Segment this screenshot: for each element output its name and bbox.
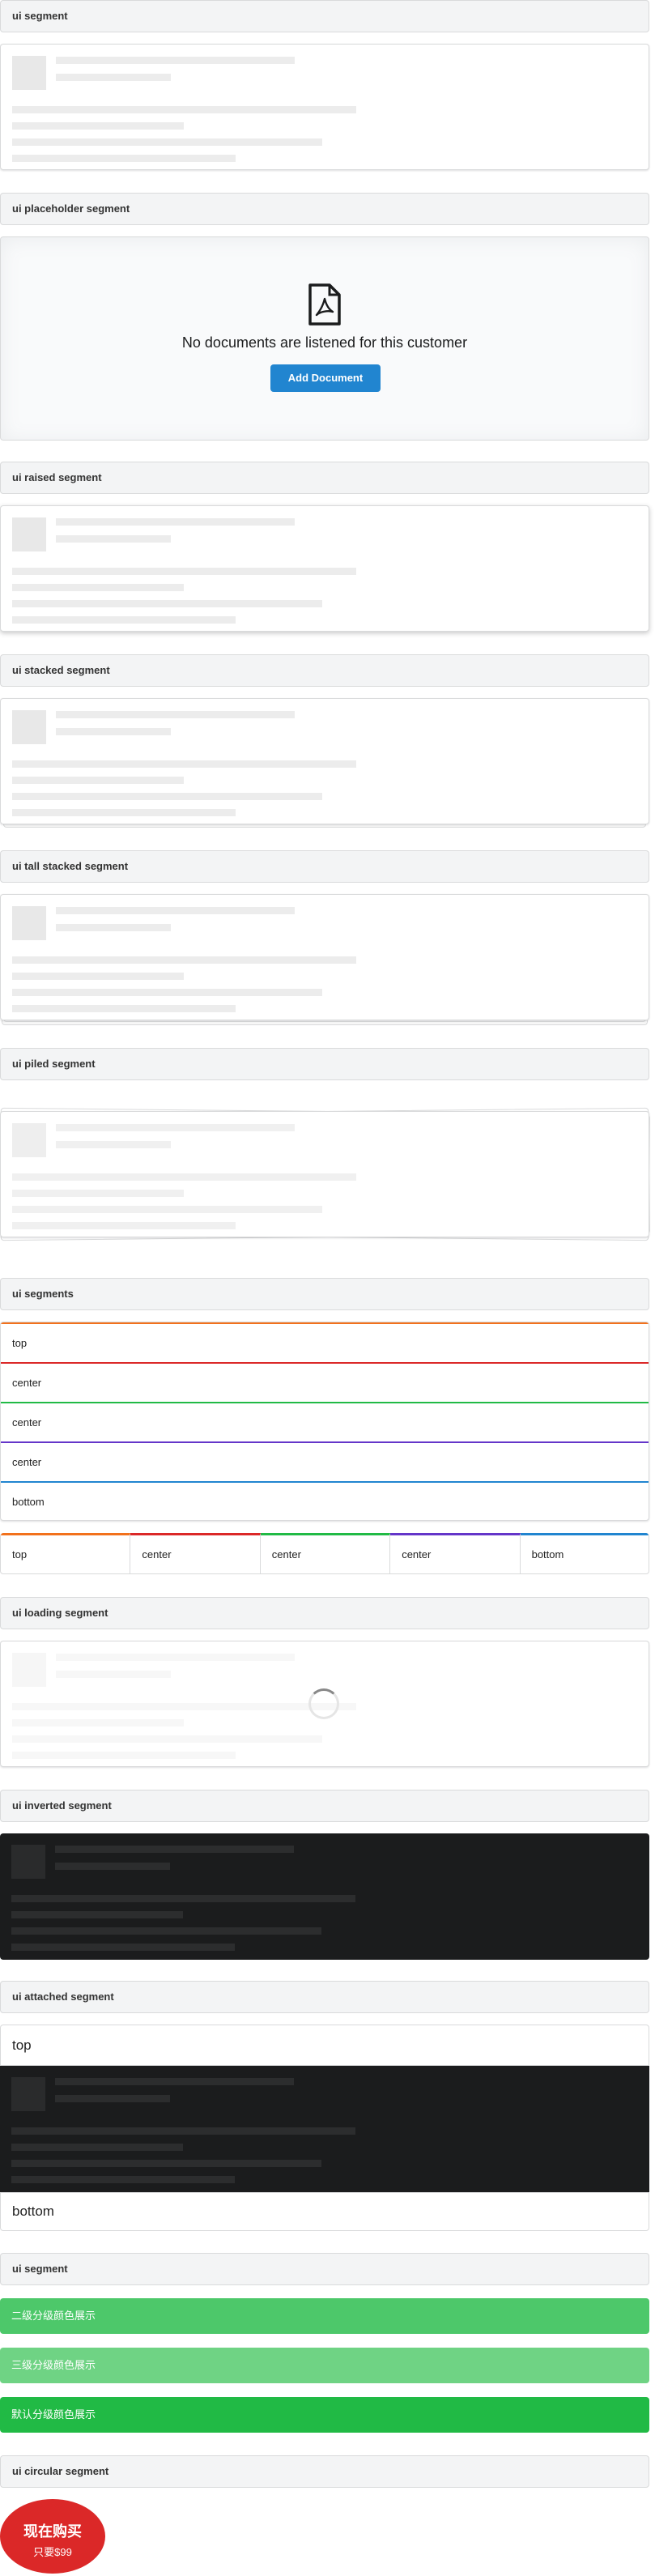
- section-header: ui stacked segment: [0, 654, 649, 687]
- section-header: ui loading segment: [0, 1597, 649, 1629]
- segment-item: center: [1, 1402, 649, 1441]
- section-header: ui segment: [0, 0, 649, 32]
- attached-bottom-label: bottom: [0, 2192, 649, 2231]
- section-header: ui tall stacked segment: [0, 850, 649, 883]
- section-header: ui attached segment: [0, 1981, 649, 2013]
- segment-attached-inverted: [0, 2066, 649, 2192]
- segment-item: center: [1, 1441, 649, 1481]
- section-header: ui placeholder segment: [0, 193, 649, 225]
- horizontal-segment-item: center: [260, 1533, 391, 1573]
- segment-item: bottom: [1, 1481, 649, 1520]
- horizontal-segment-item: center: [130, 1533, 261, 1573]
- placeholder-message: No documents are listened for this custo…: [181, 334, 468, 351]
- color-segment: 三级分级颜色展示: [0, 2348, 649, 2383]
- circular-segment[interactable]: 现在购买 只要$99: [0, 2499, 105, 2574]
- color-segment: 默认分级颜色展示: [0, 2397, 649, 2433]
- loading-spinner-icon: [308, 1688, 339, 1719]
- add-document-button[interactable]: Add Document: [270, 364, 381, 392]
- section-header: ui raised segment: [0, 462, 649, 494]
- circular-title: 现在购买: [23, 2523, 82, 2540]
- placeholder-image: [12, 56, 46, 90]
- section-header: ui segment: [0, 2253, 649, 2285]
- segment-tall-stacked: [0, 894, 649, 1020]
- segment-piled: [0, 1111, 649, 1237]
- segments-vertical-group: top center center center bottom: [0, 1322, 649, 1521]
- horizontal-segment-item: bottom: [520, 1533, 649, 1573]
- section-header: ui inverted segment: [0, 1790, 649, 1822]
- segment-loading: [0, 1641, 649, 1767]
- attached-top-label: top: [0, 2025, 649, 2066]
- segments-horizontal-group: top center center center bottom: [0, 1533, 649, 1574]
- segment-stacked: [0, 698, 649, 824]
- segment-raised: [0, 505, 649, 632]
- segment-item: center: [1, 1362, 649, 1402]
- circular-subtitle: 只要$99: [33, 2546, 72, 2558]
- section-header: ui segments: [0, 1278, 649, 1310]
- color-segment: 二级分级颜色展示: [0, 2298, 649, 2334]
- section-header: ui piled segment: [0, 1048, 649, 1080]
- segment-basic: [0, 44, 649, 170]
- horizontal-segment-item: top: [1, 1533, 131, 1573]
- segment-inverted: [0, 1833, 649, 1960]
- file-pdf-icon: [308, 283, 341, 326]
- horizontal-segment-item: center: [390, 1533, 521, 1573]
- segment-item: top: [1, 1322, 649, 1362]
- placeholder-segment: No documents are listened for this custo…: [0, 236, 649, 441]
- section-header: ui circular segment: [0, 2455, 649, 2488]
